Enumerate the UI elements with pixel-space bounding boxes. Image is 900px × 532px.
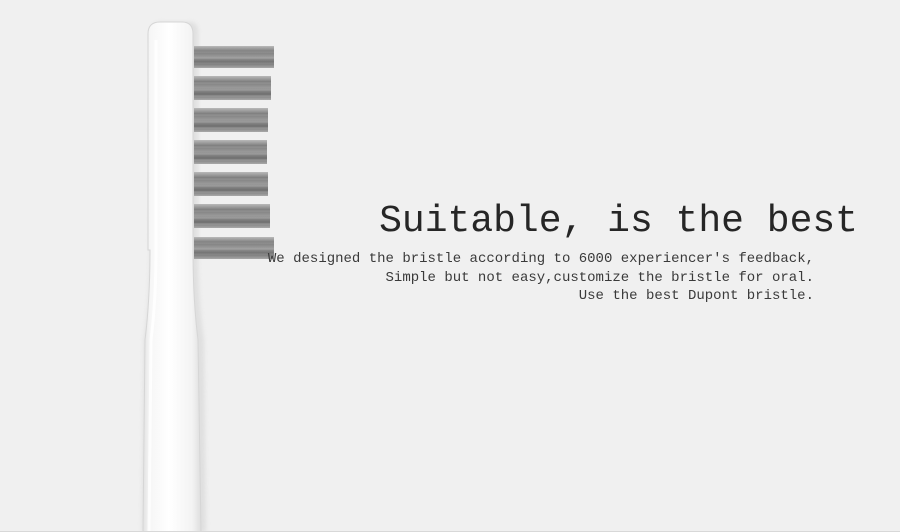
description-line-1: We designed the bristle according to 600… — [267, 251, 814, 267]
bristle-tuft — [194, 46, 274, 68]
toothbrush-handle — [142, 21, 202, 532]
bristle-tuft — [194, 76, 271, 100]
description-text: We designed the bristle according to 600… — [268, 250, 814, 306]
bristle-tuft — [194, 108, 268, 132]
bristle-group — [194, 46, 274, 259]
headline: Suitable, is the best — [379, 200, 858, 243]
bristle-tuft — [194, 172, 268, 196]
bristle-tuft — [194, 237, 274, 259]
description-line-3: Use the best Dupont bristle. — [578, 288, 814, 304]
bristle-tuft — [194, 204, 270, 228]
bristle-tuft — [194, 140, 267, 164]
description-line-2: Simple but not easy,customize the bristl… — [385, 269, 814, 286]
